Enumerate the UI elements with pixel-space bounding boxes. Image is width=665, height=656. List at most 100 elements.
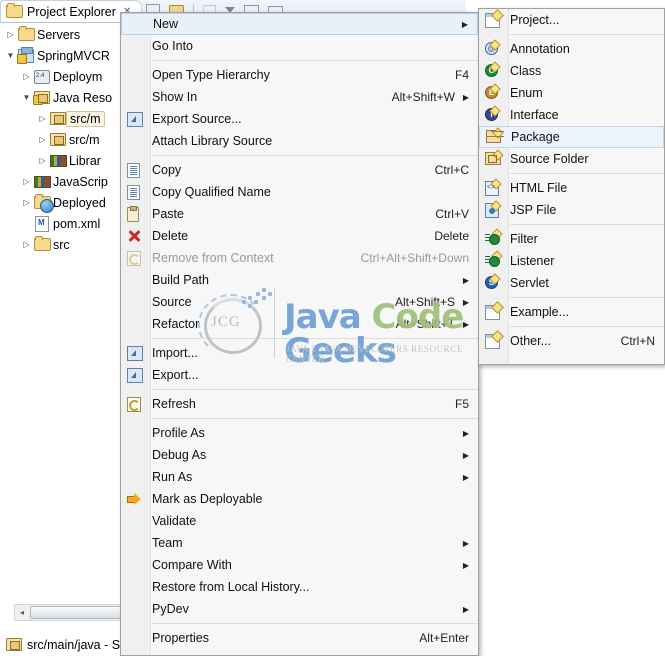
menu-item-accelerator: F4 — [454, 68, 469, 82]
menu-item-accelerator: Ctrl+C — [434, 163, 469, 177]
menu-item-team[interactable]: Team ▶ — [121, 532, 478, 554]
menu-item-example[interactable]: Example... — [479, 301, 664, 323]
menu-item-go-into[interactable]: Go Into — [121, 35, 478, 57]
context-menu[interactable]: New ▶ Go Into Open Type Hierarchy F4 Show In A… — [120, 12, 479, 656]
status-text: src/main/java - Spr — [27, 637, 132, 652]
chevron-right-icon[interactable]: ▷ — [20, 72, 33, 81]
menu-item-label: Annotation — [510, 42, 570, 56]
tree-item-icon — [49, 112, 67, 125]
new-interface-icon: I — [484, 105, 502, 123]
menu-item-attach-library-source[interactable]: Attach Library Source — [121, 130, 478, 152]
menu-item-run-as[interactable]: Run As ▶ — [121, 466, 478, 488]
deployment-descriptor-icon — [34, 69, 50, 84]
deployed-resources-icon — [33, 194, 54, 213]
menu-item-label: Refactor — [152, 317, 200, 331]
menu-separator — [510, 297, 664, 298]
no-icon — [126, 447, 144, 463]
no-icon — [126, 425, 144, 441]
menu-item-pydev[interactable]: PyDev ▶ — [121, 598, 478, 620]
menu-item-label: Export Source... — [152, 112, 242, 126]
tree-item-label: src/m — [69, 132, 100, 147]
submenu-arrow-icon: ▶ — [462, 450, 469, 460]
menu-item-jsp-file[interactable]: JSP File — [479, 199, 664, 221]
menu-item-validate[interactable]: Validate — [121, 510, 478, 532]
menu-item-export[interactable]: Export... — [121, 364, 478, 386]
menu-item-export-source[interactable]: Export Source... — [121, 108, 478, 130]
menu-item-copy-qualified-name[interactable]: Copy Qualified Name — [121, 181, 478, 203]
menu-item-package[interactable]: Package — [479, 126, 664, 148]
menu-item-build-path[interactable]: Build Path ▶ — [121, 269, 478, 291]
source-folder-icon — [50, 112, 66, 125]
menu-item-import[interactable]: Import... — [121, 342, 478, 364]
chevron-down-icon[interactable]: ▼ — [4, 51, 17, 60]
tree-item-icon — [33, 236, 51, 251]
menu-item-source[interactable]: Source Alt+Shift+S ▶ — [121, 291, 478, 313]
menu-item-enum[interactable]: E Enum — [479, 82, 664, 104]
new-html-file-icon — [484, 178, 502, 196]
tree-item-icon — [49, 154, 67, 167]
menu-item-label: Compare With — [152, 558, 232, 572]
tree-item-icon — [17, 46, 35, 64]
menu-item-annotation[interactable]: @ Annotation — [479, 38, 664, 60]
chevron-right-icon[interactable]: ▷ — [20, 177, 33, 186]
menu-item-class[interactable]: C Class — [479, 60, 664, 82]
chevron-right-icon[interactable]: ▷ — [20, 198, 33, 207]
menu-separator — [152, 338, 478, 339]
menu-item-other[interactable]: Other... Ctrl+N — [479, 330, 664, 352]
menu-item-show-in[interactable]: Show In Alt+Shift+W ▶ — [121, 86, 478, 108]
chevron-down-icon[interactable]: ▼ — [20, 93, 33, 102]
menu-separator — [152, 60, 478, 61]
tree-item-icon — [33, 69, 51, 84]
menu-item-mark-as-deployable[interactable]: Mark as Deployable — [121, 488, 478, 510]
chevron-right-icon[interactable]: ▷ — [36, 135, 49, 144]
libraries-icon — [33, 175, 51, 188]
menu-item-filter[interactable]: Filter — [479, 228, 664, 250]
menu-item-refactor[interactable]: Refactor Alt+Shift+T ▶ — [121, 313, 478, 335]
menu-item-label: Attach Library Source — [152, 134, 273, 148]
menu-item-delete[interactable]: Delete Delete — [121, 225, 478, 247]
source-folder-icon — [50, 133, 66, 146]
menu-item-refresh[interactable]: Refresh F5 — [121, 393, 478, 415]
menu-item-properties[interactable]: Properties Alt+Enter — [121, 627, 478, 649]
menu-item-project[interactable]: Project... — [479, 9, 664, 31]
menu-separator — [510, 326, 664, 327]
menu-item-source-folder[interactable]: Source Folder — [479, 148, 664, 170]
import-icon — [126, 345, 144, 361]
menu-item-interface[interactable]: I Interface — [479, 104, 664, 126]
menu-item-open-type-hierarchy[interactable]: Open Type Hierarchy F4 — [121, 64, 478, 86]
submenu-arrow-icon: ▶ — [462, 92, 469, 102]
new-listener-icon — [484, 250, 503, 269]
no-icon — [126, 601, 144, 617]
eclipse-workbench: Project Explorer ✕ ▷Servers▼SpringMVCR▷D… — [0, 0, 665, 656]
menu-item-label: Copy — [152, 163, 182, 177]
new-filter-icon — [484, 228, 503, 247]
scroll-left-arrow-icon[interactable]: ◂ — [15, 608, 29, 617]
chevron-right-icon[interactable]: ▷ — [36, 114, 49, 123]
menu-item-servlet[interactable]: S Servlet — [479, 272, 664, 294]
chevron-right-icon[interactable]: ▷ — [20, 240, 33, 249]
new-submenu[interactable]: Project... @ Annotation C Class E Enum I Interfa… — [478, 8, 665, 365]
menu-item-accelerator: F5 — [454, 397, 469, 411]
menu-item-new[interactable]: New ▶ — [121, 13, 478, 35]
submenu-arrow-icon: ▶ — [462, 560, 469, 570]
menu-item-profile-as[interactable]: Profile As ▶ — [121, 422, 478, 444]
menu-item-label: Restore from Local History... — [152, 580, 310, 594]
chevron-right-icon[interactable]: ▷ — [36, 156, 49, 165]
submenu-arrow-icon: ▶ — [462, 428, 469, 438]
menu-item-copy[interactable]: Copy Ctrl+C — [121, 159, 478, 181]
tree-item-icon — [33, 175, 51, 188]
new-example-icon — [484, 304, 502, 320]
chevron-right-icon[interactable]: ▷ — [4, 30, 17, 39]
menu-item-debug-as[interactable]: Debug As ▶ — [121, 444, 478, 466]
menu-item-paste[interactable]: Paste Ctrl+V — [121, 203, 478, 225]
menu-item-compare-with[interactable]: Compare With ▶ — [121, 554, 478, 576]
delete-icon — [126, 228, 144, 244]
menu-item-label: Source Folder — [510, 152, 589, 166]
menu-item-label: Delete — [152, 229, 189, 243]
menu-item-restore-from-local-history[interactable]: Restore from Local History... — [121, 576, 478, 598]
menu-item-accelerator: Ctrl+V — [435, 207, 469, 221]
menu-item-html-file[interactable]: HTML File — [479, 177, 664, 199]
menu-item-listener[interactable]: Listener — [479, 250, 664, 272]
tree-item-label: SpringMVCR — [37, 48, 110, 63]
menu-item-label: Interface — [510, 108, 559, 122]
